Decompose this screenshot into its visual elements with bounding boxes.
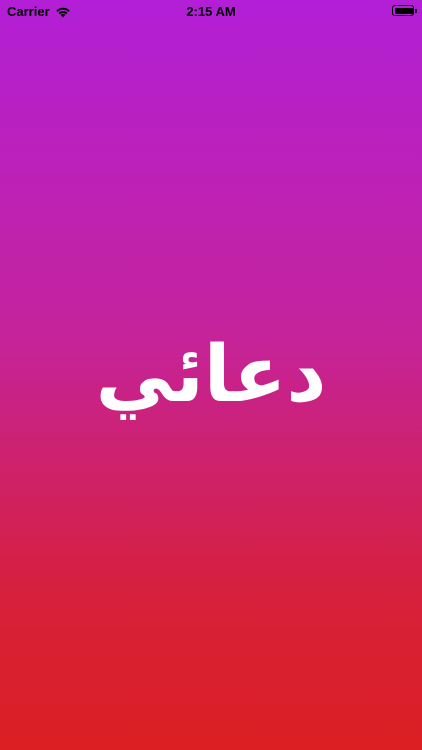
battery-fill — [394, 7, 413, 14]
status-time: 2:15 AM — [186, 4, 236, 19]
battery-icon — [392, 5, 417, 16]
splash-screen: Carrier 2:15 AM دعائي — [0, 0, 422, 750]
app-logo-text: دعائي — [95, 330, 327, 420]
status-bar: Carrier 2:15 AM — [0, 0, 422, 24]
